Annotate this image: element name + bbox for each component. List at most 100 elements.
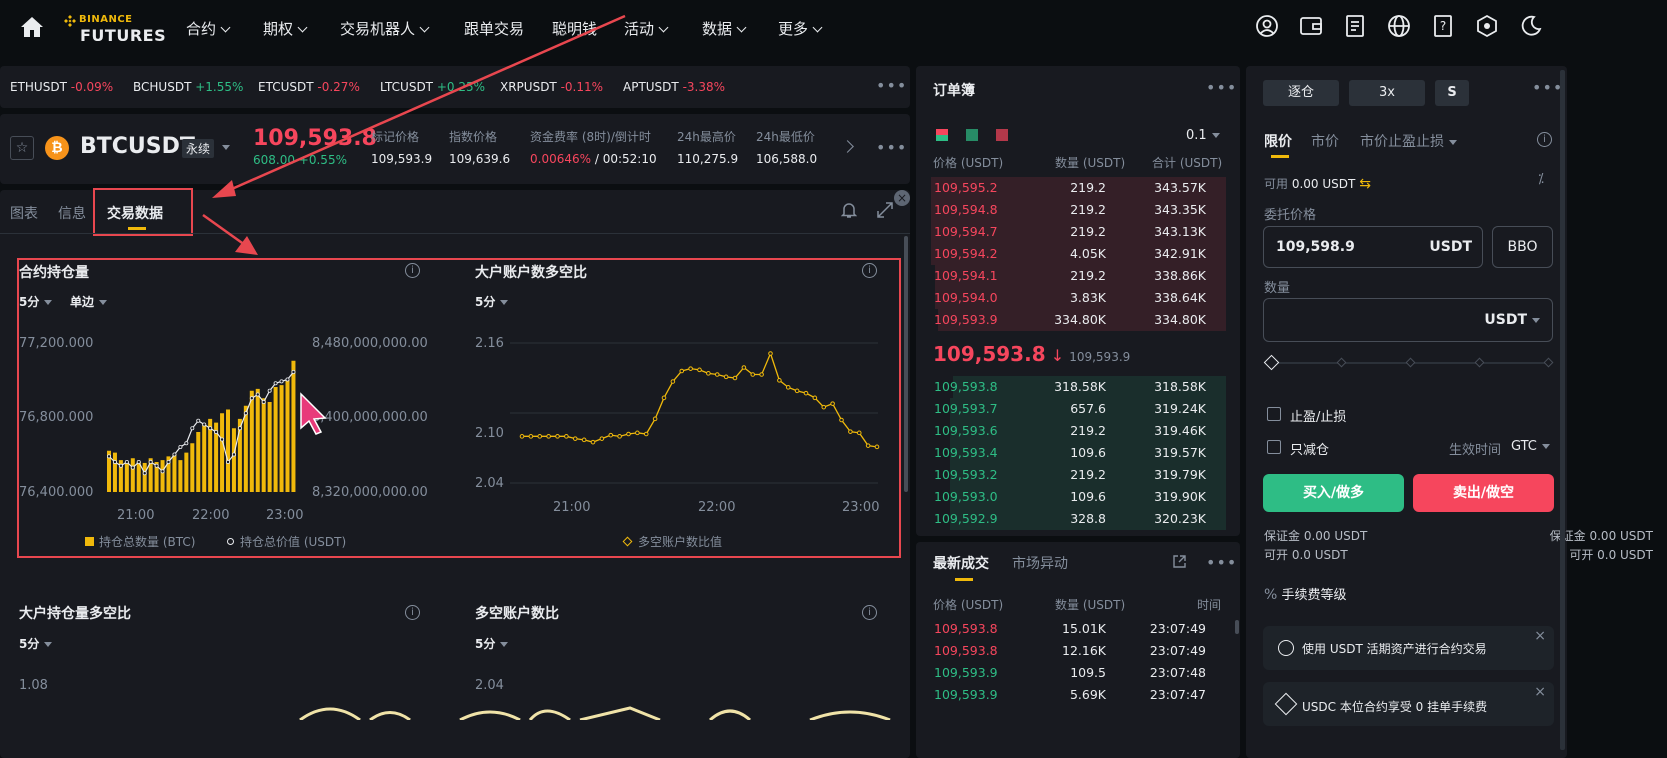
orderbook-row[interactable]: 109,592.9 328.8 320.23K bbox=[916, 508, 1226, 530]
orderbook-row[interactable]: 109,593.4 109.6 319.57K bbox=[916, 442, 1226, 464]
orderbook-row[interactable]: 109,594.1 219.2 338.86K bbox=[916, 265, 1226, 287]
trade-row[interactable]: 109,593.8 15.01K 23:07:49 bbox=[916, 618, 1226, 640]
reduce-only-label[interactable]: 只减仓 bbox=[1290, 439, 1329, 458]
promo-card[interactable]: 使用 USDT 活期资产进行合约交易 × bbox=[1263, 626, 1554, 670]
close-icon[interactable]: × bbox=[1534, 628, 1546, 644]
info-icon[interactable]: i bbox=[1537, 132, 1552, 147]
orders-icon[interactable] bbox=[1343, 14, 1367, 38]
tif-value: GTC bbox=[1511, 439, 1537, 454]
trade-price: 109,593.8 bbox=[934, 643, 998, 658]
tpsl-checkbox[interactable] bbox=[1267, 407, 1281, 421]
ratio-point bbox=[519, 434, 525, 439]
orderbook-row[interactable]: 109,593.2 219.2 319.79K bbox=[916, 464, 1226, 486]
settings-icon[interactable] bbox=[1475, 14, 1499, 38]
row-qty: 109.6 bbox=[1070, 445, 1106, 460]
view-bids-icon[interactable] bbox=[966, 129, 978, 141]
open-left: 可开 0.0 USDT bbox=[1264, 548, 1348, 562]
row-sum: 319.46K bbox=[1154, 423, 1206, 438]
oi-value-point bbox=[118, 463, 123, 468]
orderbook-row[interactable]: 109,594.0 3.83K 338.64K bbox=[916, 287, 1226, 309]
tpsl-label[interactable]: 止盈/止损 bbox=[1290, 406, 1346, 425]
asset-mode-button[interactable]: S bbox=[1435, 80, 1469, 106]
annotation-arrows bbox=[202, 14, 626, 255]
trades-more-icon[interactable]: ••• bbox=[1206, 553, 1237, 572]
fee-level-link[interactable]: % 手续费等级 bbox=[1264, 584, 1346, 603]
row-qty: 334.80K bbox=[1054, 312, 1106, 327]
trade-row[interactable]: 109,593.9 5.69K 23:07:47 bbox=[916, 684, 1226, 706]
oi-bar bbox=[231, 428, 236, 492]
view-both-icon[interactable] bbox=[936, 129, 948, 141]
row-sum: 342.91K bbox=[1154, 246, 1206, 261]
tab-market-movers[interactable]: 市场异动 bbox=[1012, 553, 1068, 573]
fee-level-label: 手续费等级 bbox=[1281, 588, 1347, 603]
reduce-only-checkbox[interactable] bbox=[1267, 440, 1281, 454]
arrow-down-icon: ↓ bbox=[1050, 346, 1065, 365]
globe-icon[interactable] bbox=[1387, 14, 1411, 38]
oi-bar bbox=[220, 413, 225, 492]
orderbook-row[interactable]: 109,593.7 657.6 319.24K bbox=[916, 398, 1226, 420]
promo-card[interactable]: USDC 本位合约享受 0 挂单手续费 × bbox=[1263, 682, 1554, 726]
popout-icon[interactable] bbox=[1172, 554, 1187, 569]
oi-bar bbox=[226, 409, 230, 492]
active-tab-underline bbox=[955, 578, 973, 581]
help-icon[interactable]: ? bbox=[1431, 14, 1455, 38]
row-qty: 318.58K bbox=[1054, 379, 1106, 394]
svg-text:?: ? bbox=[1440, 19, 1446, 33]
bbo-button[interactable]: BBO bbox=[1492, 226, 1553, 268]
transfer-icon[interactable]: ⇆ bbox=[1359, 176, 1371, 192]
oi-bar bbox=[160, 460, 165, 492]
oi-value-point bbox=[190, 426, 195, 431]
orderbook-more-icon[interactable]: ••• bbox=[1206, 78, 1237, 97]
buy-long-button[interactable]: 买入/做多 bbox=[1263, 474, 1404, 512]
margin-mode-button[interactable]: 逐仓 bbox=[1263, 80, 1339, 106]
row-price: 109,594.8 bbox=[934, 202, 998, 217]
pos-period-select[interactable]: 5分 bbox=[19, 635, 53, 652]
sell-short-button[interactable]: 卖出/做空 bbox=[1413, 474, 1554, 512]
orderbook-row[interactable]: 109,593.9 334.80K 334.80K bbox=[916, 309, 1226, 331]
mid-price: 109,593.8 ↓ 109,593.9 bbox=[933, 342, 1130, 366]
quantity-unit-select[interactable]: USDT bbox=[1484, 312, 1540, 328]
oi-bar bbox=[249, 390, 254, 492]
tick-size-value: 0.1 bbox=[1186, 128, 1207, 143]
orderbook-row[interactable]: 109,594.8 219.2 343.35K bbox=[916, 199, 1226, 221]
theme-moon-icon[interactable] bbox=[1519, 14, 1543, 38]
oi-value-point bbox=[136, 459, 141, 464]
quantity-input[interactable]: USDT bbox=[1263, 298, 1553, 342]
orderbook-row[interactable]: 109,594.7 219.2 343.13K bbox=[916, 221, 1226, 243]
oi-legend-1: 持仓总数量 (BTC) bbox=[99, 535, 196, 549]
row-price: 109,593.0 bbox=[934, 489, 998, 504]
trades-scrollbar[interactable] bbox=[1235, 620, 1239, 634]
info-icon[interactable]: i bbox=[862, 605, 877, 620]
wallet-icon[interactable] bbox=[1299, 14, 1323, 38]
info-icon[interactable]: i bbox=[405, 605, 420, 620]
right-scrollbar[interactable] bbox=[1560, 70, 1565, 750]
view-asks-icon[interactable] bbox=[996, 129, 1008, 141]
acct-period-select[interactable]: 5分 bbox=[475, 635, 509, 652]
calculator-icon[interactable]: ⁒ bbox=[1538, 172, 1544, 187]
tab-latest-trades[interactable]: 最新成交 bbox=[933, 553, 989, 573]
orderbook-row[interactable]: 109,593.0 109.6 319.90K bbox=[916, 486, 1226, 508]
close-icon[interactable]: × bbox=[1534, 684, 1546, 700]
tab-stop-market[interactable]: 市价止盈止损 bbox=[1360, 131, 1457, 151]
open-right: 可开 0.0 USDT bbox=[1569, 548, 1653, 562]
available-row: 可用 0.00 USDT ⇆ bbox=[1264, 175, 1371, 192]
order-more-icon[interactable]: ••• bbox=[1532, 78, 1563, 97]
price-input[interactable]: 109,598.9 USDT bbox=[1263, 226, 1483, 268]
user-icon[interactable] bbox=[1255, 14, 1279, 38]
leverage-button[interactable]: 3x bbox=[1349, 80, 1425, 106]
asks-list: 109,595.2 219.2 343.57K 109,594.8 219.2 343.3… bbox=[916, 177, 1226, 333]
tif-select[interactable]: GTC bbox=[1511, 439, 1550, 454]
orderbook-row[interactable]: 109,595.2 219.2 343.57K bbox=[916, 177, 1226, 199]
tick-size-select[interactable]: 0.1 bbox=[1186, 128, 1220, 143]
period-label: 5分 bbox=[475, 637, 496, 651]
ratio-point bbox=[599, 436, 605, 441]
oi-value-point bbox=[172, 452, 177, 457]
orderbook-row[interactable]: 109,594.2 4.05K 342.91K bbox=[916, 243, 1226, 265]
row-price: 109,594.7 bbox=[934, 224, 998, 239]
tab-market[interactable]: 市价 bbox=[1311, 131, 1339, 151]
orderbook-row[interactable]: 109,593.6 219.2 319.46K bbox=[916, 420, 1226, 442]
orderbook-row[interactable]: 109,593.8 318.58K 318.58K bbox=[916, 376, 1226, 398]
tab-limit[interactable]: 限价 bbox=[1264, 131, 1292, 151]
trade-row[interactable]: 109,593.8 12.16K 23:07:49 bbox=[916, 640, 1226, 662]
trade-row[interactable]: 109,593.9 109.5 23:07:48 bbox=[916, 662, 1226, 684]
